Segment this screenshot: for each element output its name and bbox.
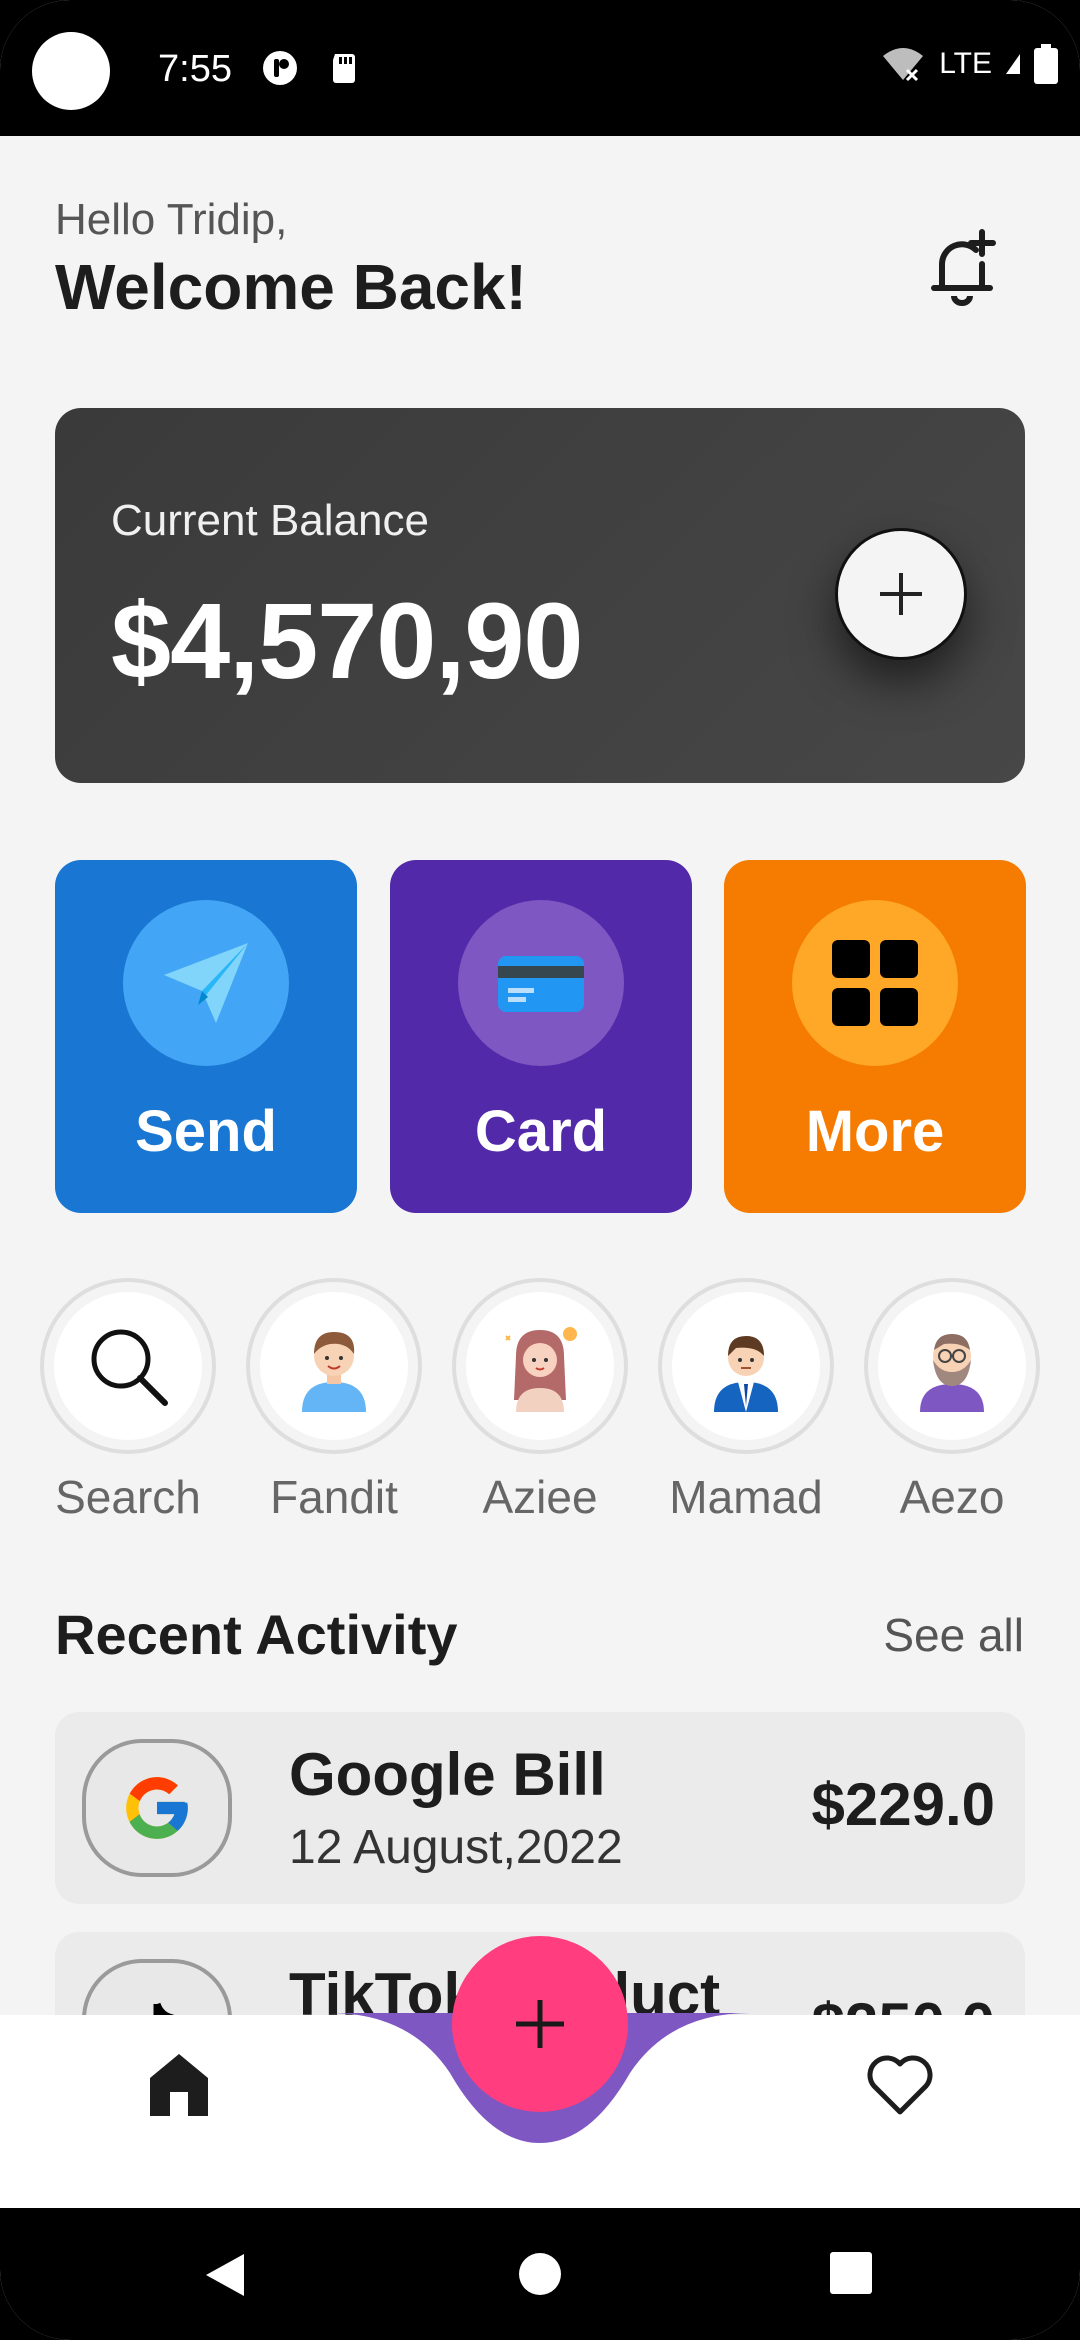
contact-aziee[interactable]: Aziee <box>450 1278 630 1524</box>
status-time: 7:55 <box>158 48 232 90</box>
contact-search[interactable]: Search <box>38 1278 218 1524</box>
page-title: Welcome Back! <box>55 251 527 323</box>
plus-icon <box>880 573 922 615</box>
see-all-link[interactable]: See all <box>883 1608 1024 1662</box>
activity-name: Google Bill <box>289 1741 606 1808</box>
avatar-bearded-man-icon <box>920 1334 984 1412</box>
more-label: More <box>805 1099 945 1164</box>
contact-name: Search <box>55 1471 201 1523</box>
contact-avatar <box>878 1292 1026 1440</box>
google-logo-icon <box>126 1777 188 1839</box>
paper-plane-icon <box>164 943 248 1023</box>
network-type: LTE <box>939 47 992 80</box>
signal-icon <box>1006 54 1020 74</box>
notification-add-icon[interactable] <box>920 220 1010 310</box>
more-button[interactable]: More <box>724 860 1026 1213</box>
contact-ring <box>658 1278 834 1454</box>
contact-ring <box>864 1278 1040 1454</box>
contact-ring <box>452 1278 628 1454</box>
wifi-off-icon <box>883 48 924 82</box>
search-icon <box>91 1329 168 1406</box>
recents-icon[interactable] <box>830 2252 872 2294</box>
activity-item[interactable]: Google Bill 12 August,2022 $229.0 <box>55 1712 1025 1904</box>
add-fab-button[interactable] <box>452 1936 628 2112</box>
contact-ring <box>246 1278 422 1454</box>
recent-activity-title: Recent Activity <box>55 1603 458 1666</box>
more-icon-circle <box>792 900 958 1066</box>
avatar-businessman-icon <box>714 1336 778 1412</box>
contact-ring <box>40 1278 216 1454</box>
credit-card-icon <box>498 956 584 1012</box>
app-notification-icon <box>263 51 297 85</box>
avatar-boy-icon <box>302 1332 366 1412</box>
send-button[interactable]: Send <box>55 860 357 1213</box>
grid-apps-icon <box>832 940 918 1026</box>
contact-name: Aziee <box>482 1471 598 1523</box>
home-circle-icon[interactable] <box>518 2252 562 2296</box>
contact-name: Mamad <box>669 1471 823 1523</box>
contact-mamad[interactable]: Mamad <box>656 1278 836 1524</box>
avatar-girl-icon <box>505 1327 577 1412</box>
contact-fandit[interactable]: Fandit <box>244 1278 424 1524</box>
contact-name: Aezo <box>899 1471 1005 1523</box>
contact-avatar <box>260 1292 408 1440</box>
status-bar: 7:55 LTE <box>0 0 1080 136</box>
activity-amount: $229.0 <box>811 1771 995 1838</box>
contact-aezo[interactable]: Aezo <box>862 1278 1042 1524</box>
balance-amount: $4,570,90 <box>111 580 583 701</box>
send-label: Send <box>135 1099 277 1164</box>
contact-avatar <box>672 1292 820 1440</box>
home-icon[interactable] <box>148 2052 210 2118</box>
status-right: LTE <box>881 44 1058 84</box>
card-label: Card <box>474 1099 608 1164</box>
contact-avatar <box>466 1292 614 1440</box>
card-icon-circle <box>458 900 624 1066</box>
battery-icon <box>1034 44 1058 84</box>
sd-card-icon <box>333 54 355 83</box>
plus-icon <box>516 2000 564 2048</box>
greeting-text: Hello Tridip, <box>55 195 288 244</box>
activity-logo <box>82 1739 232 1877</box>
balance-card: Current Balance $4,570,90 <box>55 408 1025 783</box>
balance-label: Current Balance <box>111 496 429 545</box>
heart-icon[interactable] <box>864 2048 936 2120</box>
phone-screen: 7:55 LTE Hello Tridip, Welcome Back! Cur… <box>0 0 1080 2340</box>
contact-avatar <box>54 1292 202 1440</box>
system-nav-bar <box>0 2208 1080 2340</box>
contact-name: Fandit <box>270 1471 398 1523</box>
add-balance-button[interactable] <box>835 528 967 660</box>
back-icon[interactable] <box>200 2250 250 2300</box>
card-button[interactable]: Card <box>390 860 692 1213</box>
activity-date: 12 August,2022 <box>289 1821 623 1874</box>
camera-cutout <box>32 32 110 110</box>
send-icon-circle <box>123 900 289 1066</box>
